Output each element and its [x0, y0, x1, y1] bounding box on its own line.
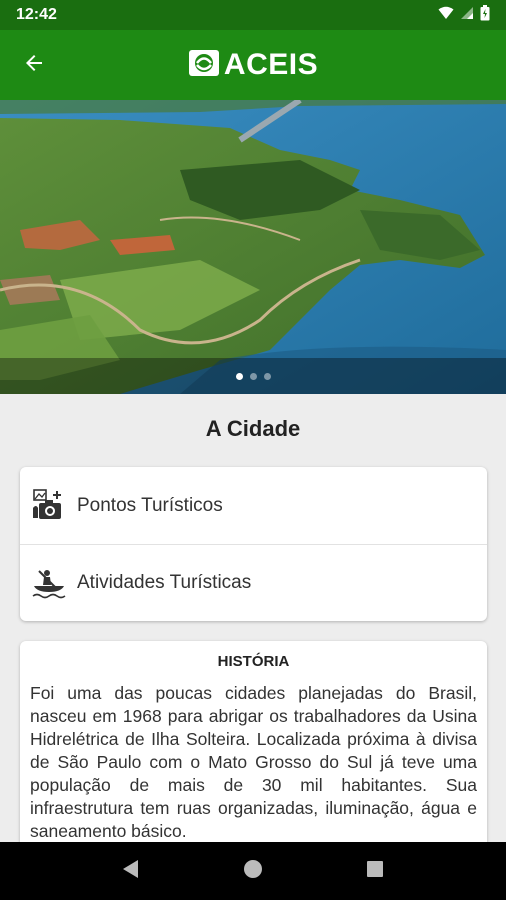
canoe-icon [30, 564, 68, 602]
carousel-indicator [0, 358, 506, 394]
status-time: 12:42 [16, 6, 57, 23]
nav-back-button[interactable] [111, 851, 151, 891]
square-recents-icon [366, 860, 384, 883]
system-nav-bar [0, 842, 506, 900]
carousel-dot[interactable] [263, 372, 271, 380]
nav-home-button[interactable] [233, 851, 273, 891]
history-title: HISTÓRIA [217, 653, 290, 670]
battery-icon [480, 4, 490, 26]
history-card: HISTÓRIA Foi uma das poucas cidades plan… [20, 641, 487, 861]
brand-name: ACEIS [223, 48, 319, 81]
city-aerial-image [0, 100, 506, 394]
status-icons [438, 4, 490, 26]
hero-carousel[interactable] [0, 100, 506, 394]
nav-recents-button[interactable] [355, 851, 395, 891]
menu-item-atividades-turisticas[interactable]: Atividades Turísticas [20, 544, 487, 621]
camera-landmarks-icon [30, 487, 68, 525]
menu-item-pontos-turisticos[interactable]: Pontos Turísticos [20, 467, 487, 544]
status-bar: 12:42 [0, 0, 506, 30]
aceis-logo-icon [188, 49, 220, 82]
arrow-back-icon [22, 51, 46, 80]
history-text: Foi uma das poucas cidades planejadas do… [30, 683, 477, 841]
carousel-dot-active[interactable] [235, 372, 243, 380]
menu-card: Pontos Turísticos Atividades Turísticas [20, 467, 487, 621]
page-title: A Cidade [205, 416, 301, 441]
brand-logo: ACEIS [188, 48, 318, 82]
wifi-icon [438, 6, 454, 25]
carousel-dot[interactable] [249, 372, 257, 380]
menu-item-label: Atividades Turísticas [77, 572, 252, 593]
back-button[interactable] [14, 47, 54, 83]
signal-icon [460, 6, 474, 25]
circle-home-icon [243, 859, 263, 884]
triangle-back-icon [122, 859, 140, 884]
menu-item-label: Pontos Turísticos [77, 494, 223, 516]
app-bar: ACEIS [0, 30, 506, 100]
